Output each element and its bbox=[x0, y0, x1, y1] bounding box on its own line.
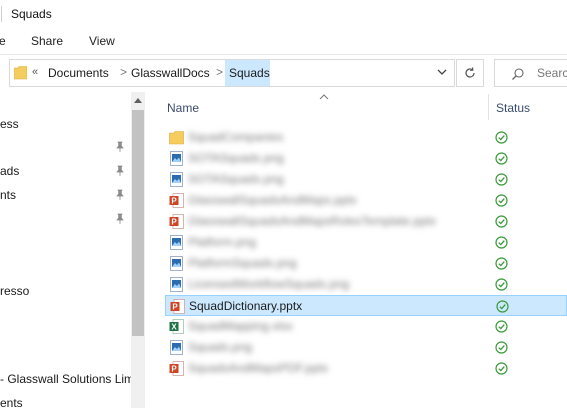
image-file-icon bbox=[170, 235, 183, 250]
search-box[interactable]: Searc bbox=[494, 59, 567, 87]
pin-icon[interactable] bbox=[114, 189, 126, 201]
svg-text:P: P bbox=[172, 303, 178, 312]
search-icon bbox=[512, 68, 524, 80]
scrollbar-thumb[interactable] bbox=[132, 110, 144, 336]
image-file-icon bbox=[170, 277, 183, 292]
nav-item-downloads[interactable]: ads bbox=[0, 164, 19, 178]
file-row[interactable]: PlatformSquads.png bbox=[165, 253, 567, 274]
navigation-scrollbar[interactable] bbox=[131, 92, 145, 408]
refresh-icon bbox=[465, 67, 475, 78]
sort-ascending-icon bbox=[319, 94, 329, 100]
file-row[interactable]: P GlasswallSquadsAndMaps.pptx bbox=[165, 190, 567, 211]
file-name[interactable]: Platform.png bbox=[188, 235, 256, 249]
title-separator bbox=[1, 6, 2, 22]
file-row[interactable]: SOTASquads.png bbox=[165, 148, 567, 169]
nav-item-documents[interactable]: nts bbox=[0, 188, 16, 202]
synced-icon bbox=[495, 236, 508, 249]
window-title: Squads bbox=[11, 7, 52, 21]
breadcrumb-glasswalldocs[interactable]: GlasswallDocs bbox=[131, 66, 210, 80]
breadcrumb-squads[interactable]: Squads bbox=[229, 66, 270, 80]
file-name[interactable]: Squads.png bbox=[188, 340, 252, 354]
file-row[interactable]: P GlasswallSquadsAndMapsRolesTemplate.ppt… bbox=[165, 211, 567, 232]
file-row[interactable]: Squads.png bbox=[165, 337, 567, 358]
powerpoint-file-icon: P bbox=[169, 193, 184, 208]
file-row[interactable]: P SquadsAndMapsPDF.pptx bbox=[165, 358, 567, 379]
folder-icon bbox=[169, 131, 184, 145]
synced-icon bbox=[495, 278, 508, 291]
svg-text:P: P bbox=[171, 365, 177, 374]
synced-icon bbox=[496, 300, 509, 313]
synced-icon bbox=[495, 131, 508, 144]
file-name[interactable]: SOTASquads.png bbox=[188, 151, 284, 165]
tab-view[interactable]: View bbox=[89, 34, 115, 48]
powerpoint-file-icon: P bbox=[169, 361, 184, 376]
navigation-pane: ess ads nts resso - Glasswall Solutions … bbox=[0, 92, 134, 408]
powerpoint-file-icon: P bbox=[170, 299, 185, 314]
image-file-icon bbox=[170, 340, 183, 355]
excel-file-icon: X bbox=[169, 319, 184, 334]
file-row[interactable]: X SquadMapping.xlsx bbox=[165, 316, 567, 337]
search-placeholder: Searc bbox=[537, 66, 567, 80]
scroll-up-arrow-icon[interactable] bbox=[134, 97, 142, 103]
file-row[interactable]: SOTASquads.png bbox=[165, 169, 567, 190]
chevron-down-icon[interactable] bbox=[435, 65, 449, 79]
svg-text:P: P bbox=[171, 218, 177, 227]
folder-icon bbox=[14, 66, 27, 80]
address-bar[interactable]: « Documents > GlasswallDocs > Squads bbox=[9, 59, 455, 87]
file-name[interactable]: SquadsAndMapsPDF.pptx bbox=[188, 361, 328, 375]
file-list: Name Status SquadCompanies SOTASquads.png… bbox=[145, 92, 567, 408]
breadcrumb-separator[interactable]: > bbox=[120, 65, 127, 79]
synced-icon bbox=[495, 320, 508, 333]
file-row[interactable]: LicensedWorkflowSquads.png bbox=[165, 274, 567, 295]
file-name[interactable]: PlatformSquads.png bbox=[188, 256, 297, 270]
nav-item-documents-2[interactable]: ents bbox=[0, 396, 23, 408]
synced-icon bbox=[495, 341, 508, 354]
synced-icon bbox=[495, 194, 508, 207]
synced-icon bbox=[495, 152, 508, 165]
file-name[interactable]: GlasswallSquadsAndMapsRolesTemplate.pptx bbox=[188, 214, 436, 228]
synced-icon bbox=[495, 257, 508, 270]
tab-share[interactable]: Share bbox=[31, 34, 63, 48]
tab-home[interactable]: e bbox=[0, 34, 6, 48]
image-file-icon bbox=[170, 151, 183, 166]
column-divider[interactable] bbox=[488, 94, 489, 120]
svg-text:P: P bbox=[171, 197, 177, 206]
file-name[interactable]: GlasswallSquadsAndMaps.pptx bbox=[188, 193, 357, 207]
breadcrumb-documents[interactable]: Documents bbox=[48, 66, 109, 80]
nav-item-onedrive-glasswall[interactable]: - Glasswall Solutions Lim bbox=[0, 372, 134, 386]
pin-icon[interactable] bbox=[114, 165, 126, 177]
file-row[interactable]: P SquadDictionary.pptx bbox=[165, 295, 567, 316]
pin-icon[interactable] bbox=[114, 141, 126, 153]
file-name[interactable]: LicensedWorkflowSquads.png bbox=[188, 277, 349, 291]
powerpoint-file-icon: P bbox=[169, 214, 184, 229]
svg-text:X: X bbox=[171, 323, 177, 332]
file-name[interactable]: SOTASquads.png bbox=[188, 172, 284, 186]
nav-item-libresso[interactable]: resso bbox=[0, 284, 29, 298]
ribbon: e Share View bbox=[0, 28, 567, 55]
title-bar: Squads bbox=[0, 0, 567, 28]
breadcrumb-overflow-chevron[interactable]: « bbox=[32, 66, 38, 78]
file-name[interactable]: SquadDictionary.pptx bbox=[189, 299, 302, 313]
breadcrumb-separator[interactable]: > bbox=[216, 65, 223, 79]
image-file-icon bbox=[170, 172, 183, 187]
file-name[interactable]: SquadMapping.xlsx bbox=[188, 319, 293, 333]
file-row[interactable]: Platform.png bbox=[165, 232, 567, 253]
refresh-button[interactable] bbox=[456, 59, 484, 87]
synced-icon bbox=[495, 362, 508, 375]
synced-icon bbox=[495, 215, 508, 228]
column-header-status[interactable]: Status bbox=[496, 101, 530, 115]
file-name[interactable]: SquadCompanies bbox=[188, 130, 283, 144]
nav-item-quick-access[interactable]: ess bbox=[0, 117, 19, 131]
image-file-icon bbox=[170, 256, 183, 271]
file-row[interactable]: SquadCompanies bbox=[165, 127, 567, 148]
column-header-name[interactable]: Name bbox=[167, 101, 199, 115]
pin-icon[interactable] bbox=[114, 213, 126, 225]
synced-icon bbox=[495, 173, 508, 186]
